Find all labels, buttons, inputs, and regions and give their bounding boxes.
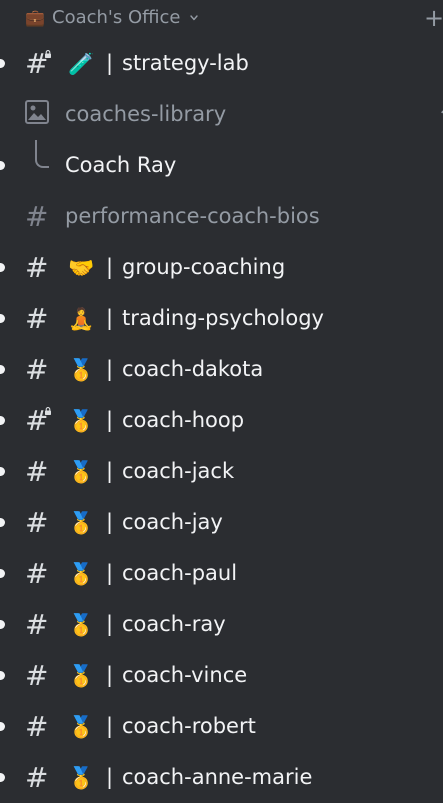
separator: |	[106, 612, 114, 636]
channel-coach-anne-marie[interactable]: # 🥇 | coach-anne-marie	[0, 752, 443, 803]
channel-strategy-lab[interactable]: # 🧪 | strategy-lab	[0, 38, 443, 89]
channel-name: group-coaching	[122, 255, 286, 279]
hashtag-icon: #	[25, 761, 49, 794]
channel-emoji: 🧘	[68, 307, 95, 331]
channel-name: trading-psychology	[122, 306, 324, 330]
separator: |	[106, 459, 114, 483]
lock-icon	[45, 407, 51, 415]
image-channel-icon	[25, 100, 49, 124]
channel-emoji: 🥇	[68, 766, 95, 790]
channel-name: performance-coach-bios	[65, 204, 320, 228]
channel-name: coach-robert	[122, 714, 256, 738]
channel-name: coach-dakota	[122, 357, 264, 381]
channel-trading-psychology[interactable]: # 🧘 | trading-psychology	[0, 293, 443, 344]
channel-name: coach-paul	[122, 561, 238, 585]
channel-coach-jay[interactable]: # 🥇 | coach-jay	[0, 497, 443, 548]
channel-name: coach-jack	[122, 459, 235, 483]
thread-connector-icon	[35, 140, 49, 168]
hashtag-icon: #	[25, 506, 49, 539]
unread-indicator	[0, 59, 5, 68]
hashtag-icon: #	[25, 659, 49, 692]
channel-emoji: 🥇	[68, 664, 95, 688]
unread-indicator	[0, 365, 5, 374]
separator: |	[106, 714, 114, 738]
thread-name: Coach Ray	[65, 153, 177, 177]
hashtag-icon: #	[25, 353, 49, 386]
separator: |	[106, 306, 114, 330]
channel-emoji: 🤝	[68, 256, 95, 280]
separator: |	[106, 561, 114, 585]
hashtag-icon: #	[25, 251, 49, 284]
unread-indicator	[0, 161, 5, 170]
channel-name: coaches-library	[65, 102, 227, 126]
channel-emoji: 🥇	[68, 715, 95, 739]
channel-name: coach-jay	[122, 510, 223, 534]
hashtag-icon: #	[25, 200, 49, 233]
channel-name: coach-anne-marie	[122, 765, 313, 789]
unread-indicator	[0, 671, 5, 680]
separator: |	[106, 408, 114, 432]
lock-icon	[45, 50, 51, 58]
unread-indicator	[0, 569, 5, 578]
channel-coach-hoop[interactable]: # 🥇 | coach-hoop	[0, 395, 443, 446]
channel-coach-vince[interactable]: # 🥇 | coach-vince	[0, 650, 443, 701]
channel-coach-jack[interactable]: # 🥇 | coach-jack	[0, 446, 443, 497]
channel-coach-robert[interactable]: # 🥇 | coach-robert	[0, 701, 443, 752]
channel-emoji: 🥇	[68, 562, 95, 586]
chevron-down-icon	[190, 15, 198, 21]
separator: |	[106, 765, 114, 789]
unread-indicator	[0, 416, 5, 425]
unread-indicator	[0, 314, 5, 323]
channel-name: strategy-lab	[122, 51, 249, 75]
add-channel-icon[interactable]: +	[424, 6, 443, 30]
hashtag-icon: #	[25, 302, 49, 335]
hashtag-icon: #	[25, 608, 49, 641]
channel-emoji: 🥇	[68, 409, 95, 433]
hashtag-icon: #	[25, 557, 49, 590]
separator: |	[106, 663, 114, 687]
separator: |	[106, 255, 114, 279]
unread-indicator	[0, 467, 5, 476]
category-label: Coach's Office	[52, 7, 181, 28]
channel-performance-coach-bios[interactable]: # performance-coach-bios	[0, 191, 443, 242]
channel-emoji: 🥇	[68, 358, 95, 382]
unread-indicator	[0, 722, 5, 731]
hashtag-icon: #	[25, 455, 49, 488]
unread-indicator	[0, 620, 5, 629]
mention-arrow-icon: ↑	[437, 104, 443, 128]
channel-coach-dakota[interactable]: # 🥇 | coach-dakota	[0, 344, 443, 395]
category-header-coachs-office[interactable]: 💼 Coach's Office +	[0, 0, 443, 38]
thread-coach-ray[interactable]: Coach Ray	[0, 140, 443, 191]
unread-indicator	[0, 518, 5, 527]
channel-emoji: 🥇	[68, 460, 95, 484]
channel-name: coach-vince	[122, 663, 248, 687]
briefcase-emoji: 💼	[25, 8, 45, 27]
channel-emoji: 🧪	[68, 52, 95, 76]
channel-emoji: 🥇	[68, 511, 95, 535]
channel-group-coaching[interactable]: # 🤝 | group-coaching	[0, 242, 443, 293]
channel-coach-ray[interactable]: # 🥇 | coach-ray	[0, 599, 443, 650]
separator: |	[106, 51, 114, 75]
separator: |	[106, 357, 114, 381]
unread-indicator	[0, 773, 5, 782]
separator: |	[106, 510, 114, 534]
hashtag-icon: #	[25, 710, 49, 743]
channel-coaches-library[interactable]: coaches-library	[0, 89, 443, 140]
unread-indicator	[0, 263, 5, 272]
channel-coach-paul[interactable]: # 🥇 | coach-paul	[0, 548, 443, 599]
channel-name: coach-ray	[122, 612, 226, 636]
channel-emoji: 🥇	[68, 613, 95, 637]
channel-name: coach-hoop	[122, 408, 245, 432]
